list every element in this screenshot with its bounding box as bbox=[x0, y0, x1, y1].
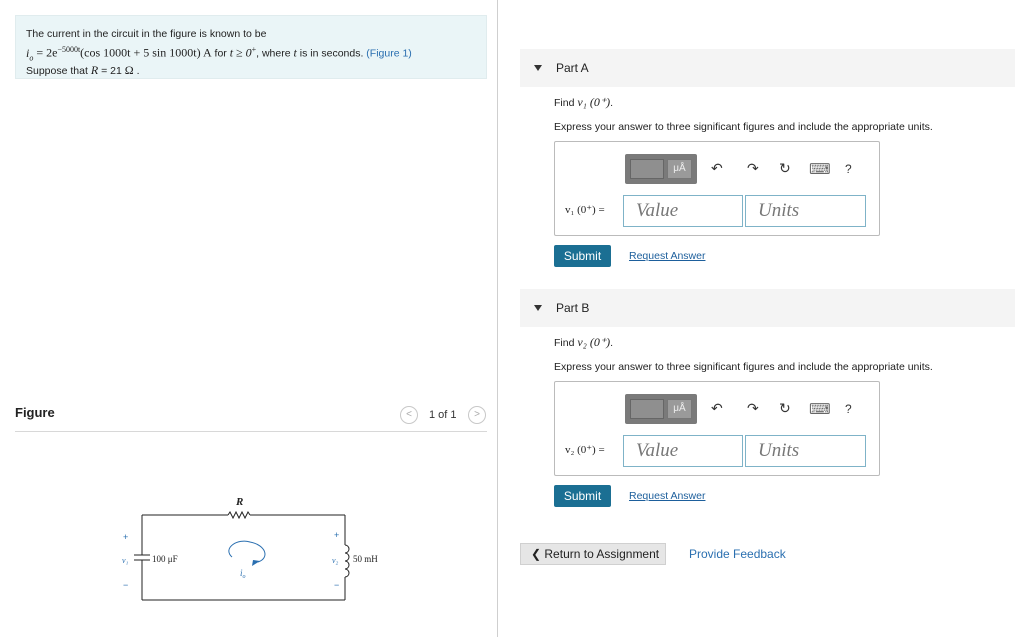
part-b-submit-button[interactable]: Submit bbox=[554, 485, 611, 507]
part-a-eq-label: v₁ (0⁺) = bbox=[565, 204, 605, 216]
redo-icon[interactable]: ↷ bbox=[747, 400, 759, 417]
io-sub: o bbox=[243, 574, 246, 580]
units-template-icon: μÅ bbox=[667, 159, 692, 179]
undo-icon[interactable]: ↶ bbox=[711, 160, 723, 177]
provide-feedback-link[interactable]: Provide Feedback bbox=[689, 547, 786, 561]
v1-minus: − bbox=[123, 580, 128, 590]
fraction-template-icon bbox=[630, 399, 664, 419]
current-arrow-head bbox=[252, 560, 260, 566]
keyboard-icon[interactable]: ⌨ bbox=[809, 400, 831, 418]
problem-line-3: Suppose that R = 21 Ω . bbox=[26, 63, 476, 79]
part-a-units-input[interactable]: Units bbox=[745, 195, 866, 227]
part-a-value-input[interactable]: Value bbox=[623, 195, 743, 227]
resistor-label: R bbox=[235, 496, 243, 508]
eq-mid: = 2e bbox=[33, 45, 58, 60]
part-b-find: Find v₂ (0⁺). bbox=[554, 335, 613, 350]
problem-statement: The current in the circuit in the figure… bbox=[15, 15, 487, 79]
resistor-symbol bbox=[227, 510, 251, 520]
part-b-value-input[interactable]: Value bbox=[623, 435, 743, 467]
find-suffix: . bbox=[610, 337, 614, 349]
problem-line-2: io = 2e−5000t(cos 1000t + 5 sin 1000t) A… bbox=[26, 42, 476, 65]
part-b-header[interactable]: Part B bbox=[520, 289, 1015, 327]
figure-divider bbox=[15, 431, 487, 432]
v2-minus: − bbox=[334, 580, 339, 590]
help-icon[interactable]: ? bbox=[845, 402, 852, 416]
io-label: io bbox=[240, 568, 246, 580]
next-figure-button[interactable]: > bbox=[468, 406, 486, 424]
part-a-instructions: Express your answer to three significant… bbox=[554, 121, 933, 133]
keyboard-icon[interactable]: ⌨ bbox=[809, 160, 831, 178]
triangle-down-icon bbox=[534, 305, 542, 311]
part-a-answer-box: μÅ ↶ ↷ ↻ ⌨ ? v₁ (0⁺) = Value Units bbox=[554, 141, 880, 236]
pane-divider bbox=[497, 0, 498, 637]
part-b-label: Part B bbox=[556, 301, 590, 315]
capacitor-label: 100 μF bbox=[152, 554, 178, 564]
part-a-find: Find v₁ (0⁺). bbox=[554, 95, 613, 110]
line3-dot: . bbox=[133, 64, 140, 77]
v2-plus: + bbox=[334, 530, 339, 540]
inductor-label: 50 mH bbox=[353, 554, 378, 564]
reset-icon[interactable]: ↻ bbox=[779, 400, 791, 417]
part-a-request-answer-link[interactable]: Request Answer bbox=[629, 250, 705, 262]
part-b-instructions: Express your answer to three significant… bbox=[554, 361, 933, 373]
undo-icon[interactable]: ↶ bbox=[711, 400, 723, 417]
part-a-header[interactable]: Part A bbox=[520, 49, 1015, 87]
find-variable: v₂ (0⁺) bbox=[577, 335, 611, 349]
find-prefix: Find bbox=[554, 337, 578, 349]
eq-rest: (cos 1000t + 5 sin 1000t) A bbox=[80, 45, 212, 60]
problem-line-1: The current in the circuit in the figure… bbox=[26, 28, 267, 40]
templates-button[interactable]: μÅ bbox=[625, 154, 697, 184]
eq-exponent: −5000t bbox=[57, 45, 81, 54]
help-icon[interactable]: ? bbox=[845, 162, 852, 176]
units-template-icon: μÅ bbox=[667, 399, 692, 419]
part-b-request-answer-link[interactable]: Request Answer bbox=[629, 490, 705, 502]
redo-icon[interactable]: ↷ bbox=[747, 160, 759, 177]
reset-icon[interactable]: ↻ bbox=[779, 160, 791, 177]
v1-plus: + bbox=[123, 532, 128, 542]
eq-tail2: is in seconds. bbox=[296, 47, 367, 60]
prev-figure-button[interactable]: < bbox=[400, 406, 418, 424]
eq-cond: t ≥ 0 bbox=[229, 45, 252, 60]
ohm-unit: Ω bbox=[124, 62, 134, 77]
figure-pager: 1 of 1 bbox=[429, 409, 457, 421]
eq-for: for bbox=[211, 47, 230, 60]
find-variable: v₁ (0⁺) bbox=[577, 95, 611, 109]
line3-eq: = 21 bbox=[98, 64, 125, 77]
figure-link[interactable]: (Figure 1) bbox=[366, 48, 412, 60]
part-a-submit-button[interactable]: Submit bbox=[554, 245, 611, 267]
find-prefix: Find bbox=[554, 97, 578, 109]
find-suffix: . bbox=[610, 97, 614, 109]
part-a-label: Part A bbox=[556, 61, 589, 75]
part-b-units-input[interactable]: Units bbox=[745, 435, 866, 467]
templates-button[interactable]: μÅ bbox=[625, 394, 697, 424]
circuit-diagram: R 100 μF 50 mH v₁ + − v₂ + − io bbox=[122, 496, 378, 601]
line3-prefix: Suppose that bbox=[26, 64, 91, 77]
inductor-symbol bbox=[344, 544, 350, 578]
eq-tail: , where bbox=[256, 47, 294, 60]
part-b-answer-box: μÅ ↶ ↷ ↻ ⌨ ? v₂ (0⁺) = Value Units bbox=[554, 381, 880, 476]
v1-label: v₁ bbox=[122, 556, 129, 565]
triangle-down-icon bbox=[534, 65, 542, 71]
part-b-eq-label: v₂ (0⁺) = bbox=[565, 444, 605, 456]
current-loop bbox=[228, 540, 266, 563]
figure-title: Figure bbox=[15, 405, 55, 420]
return-to-assignment-button[interactable]: ❮ Return to Assignment bbox=[520, 543, 666, 565]
v2-label: v₂ bbox=[332, 556, 339, 565]
fraction-template-icon bbox=[630, 159, 664, 179]
